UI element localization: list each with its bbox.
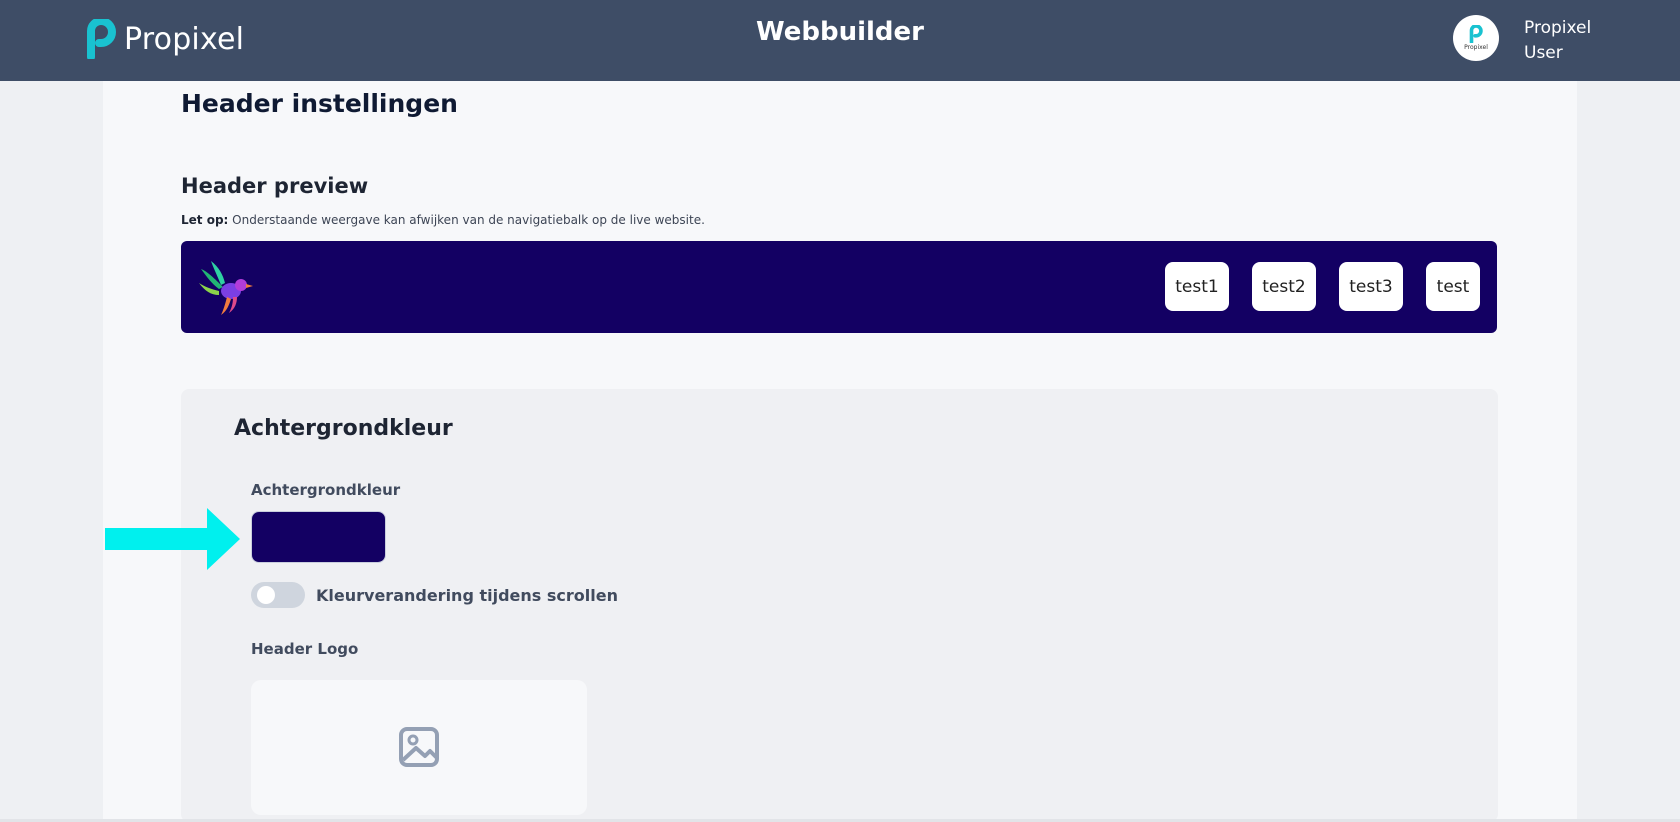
image-icon bbox=[399, 727, 439, 767]
top-bar: Propixel Webbuilder Propixel Propixel Us… bbox=[0, 0, 1680, 81]
colorful-bird-logo-icon bbox=[199, 261, 253, 315]
preview-section-title: Header preview bbox=[181, 174, 369, 198]
toggle-knob bbox=[257, 586, 275, 604]
app-title: Webbuilder bbox=[755, 17, 924, 47]
user-name-line-1: Propixel bbox=[1524, 18, 1592, 38]
header-logo-upload[interactable] bbox=[251, 680, 587, 815]
preview-nav-item-2[interactable]: test2 bbox=[1252, 262, 1316, 311]
propixel-avatar-icon bbox=[1469, 25, 1483, 43]
preview-nav-item-1[interactable]: test1 bbox=[1165, 262, 1229, 311]
page-title: Header instellingen bbox=[181, 89, 458, 118]
avatar-caption: Propixel bbox=[1464, 44, 1488, 51]
arrow-right-icon bbox=[105, 508, 240, 570]
preview-nav-item-3[interactable]: test3 bbox=[1339, 262, 1403, 311]
user-name[interactable]: Propixel User bbox=[1524, 16, 1591, 66]
note-text: Onderstaande weergave kan afwijken van d… bbox=[228, 213, 705, 227]
preview-nav-item-4[interactable]: test bbox=[1426, 262, 1480, 311]
background-color-label: Achtergrondkleur bbox=[251, 481, 401, 499]
header-preview: test1 test2 test3 test bbox=[181, 241, 1497, 333]
scroll-color-toggle-label: Kleurverandering tijdens scrollen bbox=[316, 586, 618, 605]
scroll-color-toggle[interactable] bbox=[251, 582, 305, 608]
background-color-picker[interactable] bbox=[251, 511, 386, 563]
header-logo-label: Header Logo bbox=[251, 640, 359, 658]
user-name-line-2: User bbox=[1524, 43, 1563, 63]
note-prefix: Let op: bbox=[181, 213, 229, 227]
preview-note: Let op: Onderstaande weergave kan afwijk… bbox=[181, 213, 705, 227]
background-section-title: Achtergrondkleur bbox=[234, 416, 453, 441]
avatar[interactable]: Propixel bbox=[1453, 15, 1499, 61]
